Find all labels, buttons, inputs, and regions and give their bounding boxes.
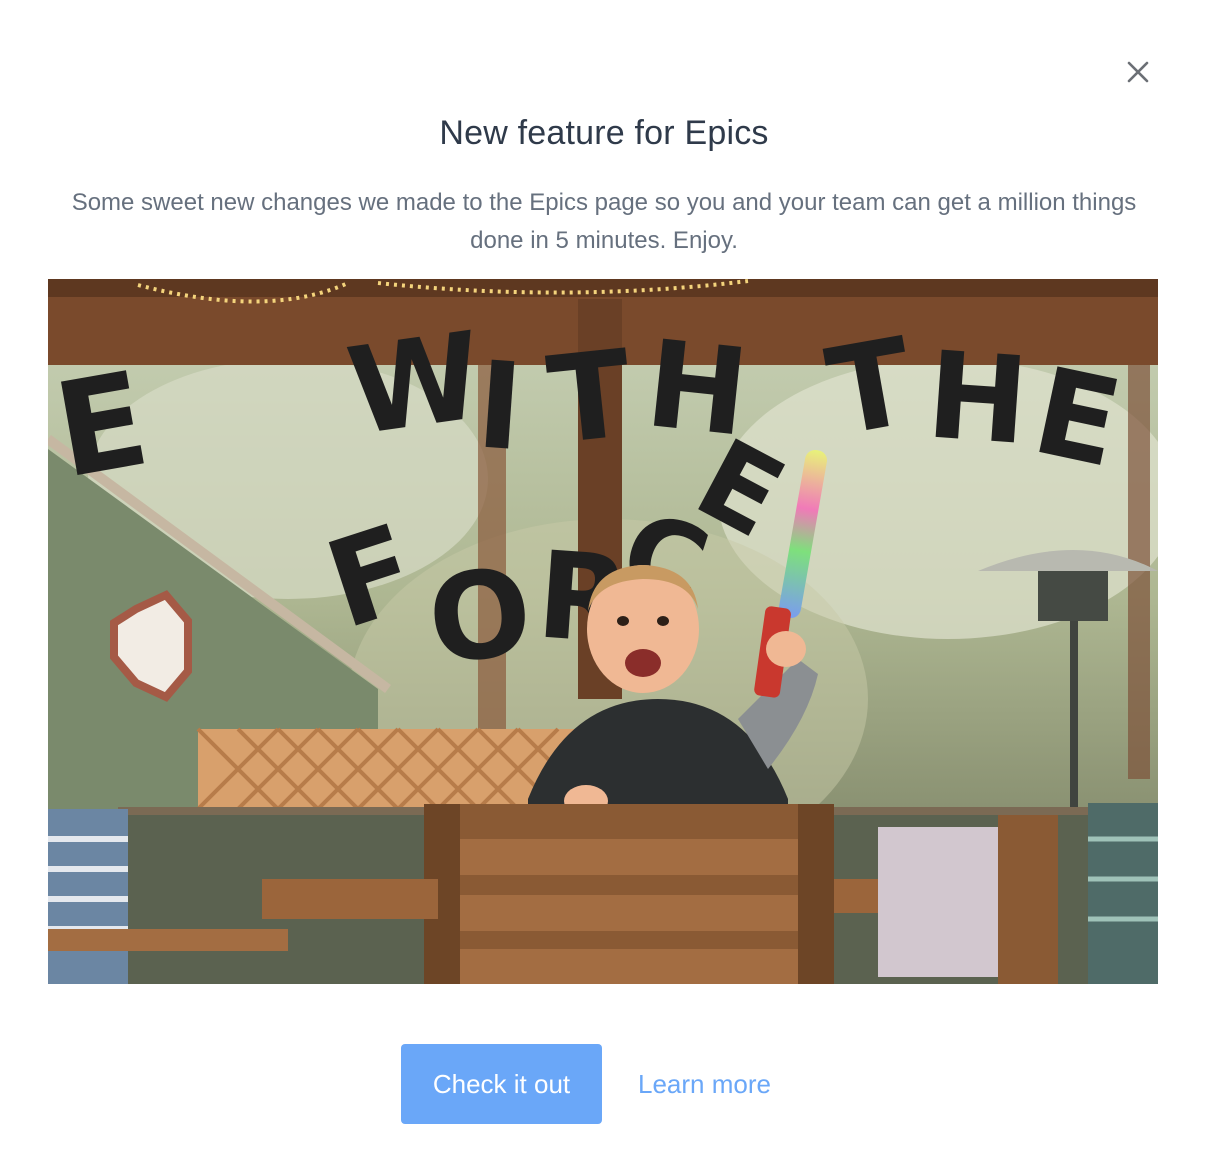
hero-photo: E W I T H T H E F O R C E (48, 279, 1158, 984)
svg-text:T: T (542, 325, 638, 472)
dialog-actions: Check it out Learn more (0, 1044, 1208, 1124)
feature-hero-image: E W I T H T H E F O R C E (48, 279, 1158, 984)
close-button[interactable] (1118, 52, 1158, 92)
check-it-out-button[interactable]: Check it out (401, 1044, 602, 1124)
svg-text:H: H (923, 326, 1033, 472)
feature-announcement-dialog: New feature for Epics Some sweet new cha… (0, 0, 1208, 1176)
dialog-title: New feature for Epics (439, 114, 769, 152)
svg-text:W: W (340, 307, 490, 463)
svg-text:O: O (422, 543, 538, 692)
learn-more-link[interactable]: Learn more (638, 1044, 771, 1124)
dialog-description: Some sweet new changes we made to the Ep… (71, 189, 1137, 254)
close-icon (1127, 61, 1149, 83)
